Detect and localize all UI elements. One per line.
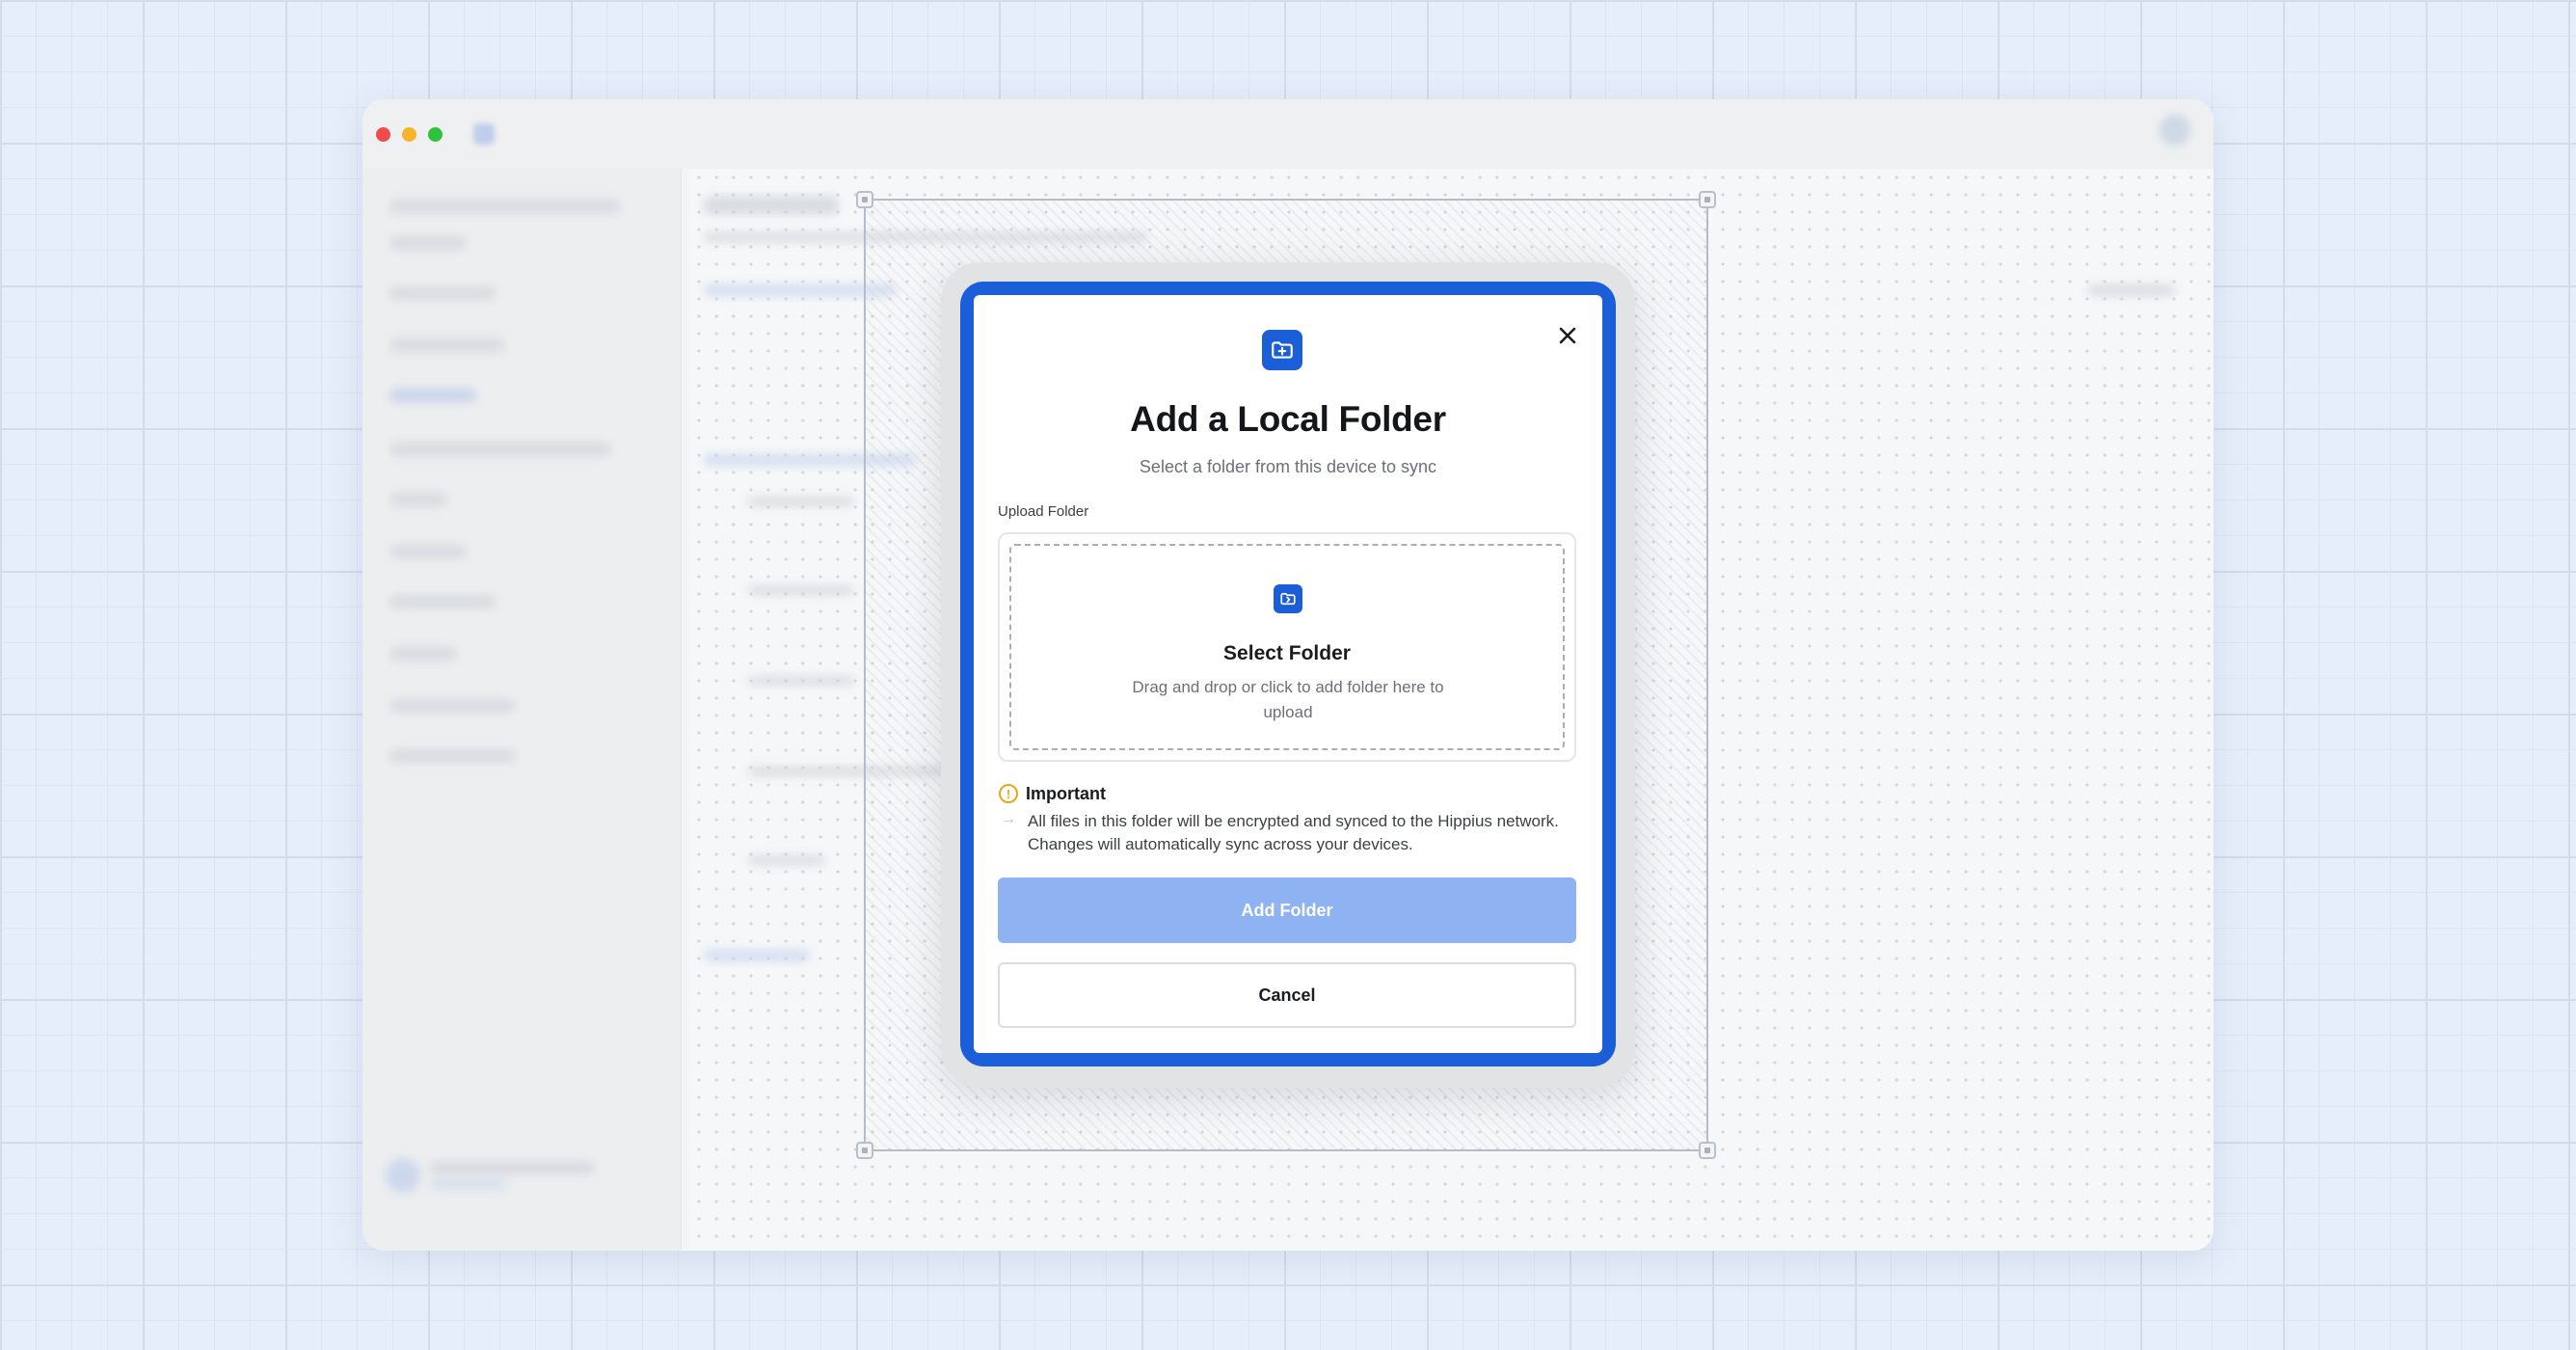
sidebar-blurred-item [389,200,621,213]
dialog-title: Add a Local Folder [1130,399,1446,439]
dropzone-dashed-area: Select Folder Drag and drop or click to … [1009,544,1565,750]
sidebar-blurred-item [389,389,476,402]
dropzone-title: Select Folder [1223,642,1351,664]
minimize-window-button[interactable] [402,126,416,142]
close-icon [1559,327,1576,344]
dropzone-description: Drag and drop or click to add folder her… [1132,678,1444,721]
folder-dropzone[interactable]: Select Folder Drag and drop or click to … [998,532,1576,762]
main-blurred-text [748,855,825,865]
title-bar: ​ [362,99,2214,169]
resize-handle-top-right[interactable] [1699,191,1716,208]
avatar [2160,115,2190,146]
sidebar-blurred-item [389,699,515,713]
sidebar-blurred-item [389,647,457,661]
main-blurred-text [704,950,810,961]
add-folder-dialog: Add a Local Folder Select a folder from … [974,295,1602,1053]
sidebar-blurred-item [389,595,496,608]
window-controls [376,126,443,142]
main-blurred-text [748,676,854,686]
arrow-right-icon: → [1001,811,1016,827]
main-blurred-text [748,585,854,595]
zoom-window-button[interactable] [428,126,443,142]
sidebar-user-name-placeholder [430,1162,594,1174]
add-folder-button[interactable]: Add Folder [998,878,1576,943]
sidebar-blurred-item [389,749,515,763]
notice-text: All files in this folder will be encrypt… [1028,812,1559,853]
sidebar-blurred-item [389,443,611,456]
dialog-subtitle: Select a folder from this device to sync [1139,457,1437,476]
folder-upload-icon [1274,584,1302,613]
upload-folder-label: Upload Folder [998,503,1089,520]
avatar [386,1158,420,1193]
resize-handle-top-left[interactable] [856,191,873,208]
sidebar-blurred-item [389,236,467,250]
sidebar-user [386,1158,607,1193]
main-blurred-text [748,497,854,506]
close-button[interactable] [1550,318,1585,353]
warning-circle-icon: ! [999,784,1018,803]
sidebar-blurred-item [389,493,447,506]
notice-title: Important [1026,784,1106,803]
sidebar-blurred-item [389,338,505,352]
folder-plus-icon [1262,330,1302,370]
main-blurred-text [2088,284,2175,296]
resize-handle-bottom-left[interactable] [856,1142,873,1159]
resize-handle-bottom-right[interactable] [1699,1142,1716,1159]
sidebar [362,169,682,1251]
sidebar-blurred-item [389,286,496,300]
cancel-button[interactable]: Cancel [998,962,1576,1028]
modal-border: Add a Local Folder Select a folder from … [960,282,1616,1066]
sidebar-blurred-item [389,545,467,558]
modal-shell: Add a Local Folder Select a folder from … [941,262,1635,1088]
main-blurred-heading [704,196,839,215]
close-window-button[interactable] [376,126,390,142]
app-logo-icon [473,123,495,145]
sidebar-user-plan-placeholder [430,1179,507,1189]
